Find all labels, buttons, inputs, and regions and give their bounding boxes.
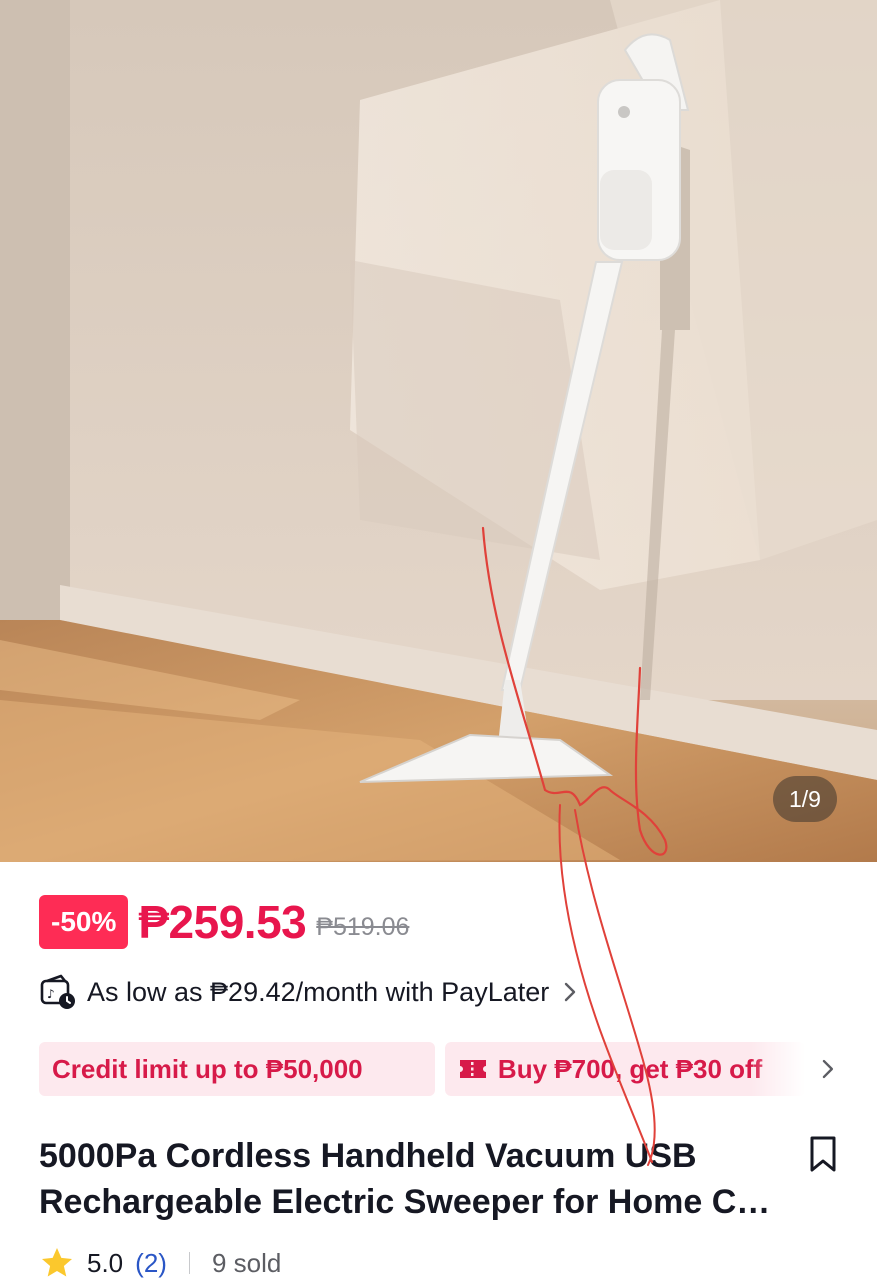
bookmark-icon[interactable] <box>806 1134 840 1174</box>
product-title: 5000Pa Cordless Handheld Vacuum USB Rech… <box>39 1137 769 1221</box>
coupon-label: Buy ₱700, get ₱30 off <box>497 1053 763 1084</box>
product-image-gallery[interactable]: 1/9 <box>0 0 877 862</box>
review-count-link[interactable]: (2) <box>135 1248 167 1279</box>
image-counter: 1/9 <box>773 776 837 822</box>
paylater-text: As low as ₱29.42/month with PayLater <box>87 976 550 1007</box>
product-photo <box>0 0 877 862</box>
chevron-right-icon <box>565 982 576 1002</box>
original-price: ₱519.06 <box>316 912 410 941</box>
star-icon <box>42 1248 72 1277</box>
svg-text:♪: ♪ <box>47 987 55 1001</box>
paylater-row[interactable]: ♪ As low as ₱29.42/month with PayLater <box>39 970 581 1014</box>
promo-chips: Credit limit up to ₱50,000 Buy ₱700, get… <box>39 1042 839 1096</box>
divider <box>188 1252 190 1274</box>
rating-row: 5.0 (2) 9 sold <box>39 1243 281 1280</box>
discount-badge: -50% <box>39 895 129 949</box>
coupon-chip[interactable]: Buy ₱700, get ₱30 off <box>444 1042 806 1096</box>
credit-limit-label: Credit limit up to ₱50,000 <box>52 1053 363 1084</box>
rating-value: 5.0 <box>87 1247 124 1278</box>
sold-count: 9 sold <box>211 1247 282 1278</box>
paylater-icon: ♪ <box>40 974 75 1009</box>
coupon-icon <box>459 1060 486 1078</box>
current-price: ₱259.53 <box>138 896 307 948</box>
price-row: -50% ₱259.53 ₱519.06 <box>39 895 409 949</box>
chevron-right-icon[interactable] <box>817 1058 839 1080</box>
credit-limit-chip[interactable]: Credit limit up to ₱50,000 <box>39 1042 435 1096</box>
